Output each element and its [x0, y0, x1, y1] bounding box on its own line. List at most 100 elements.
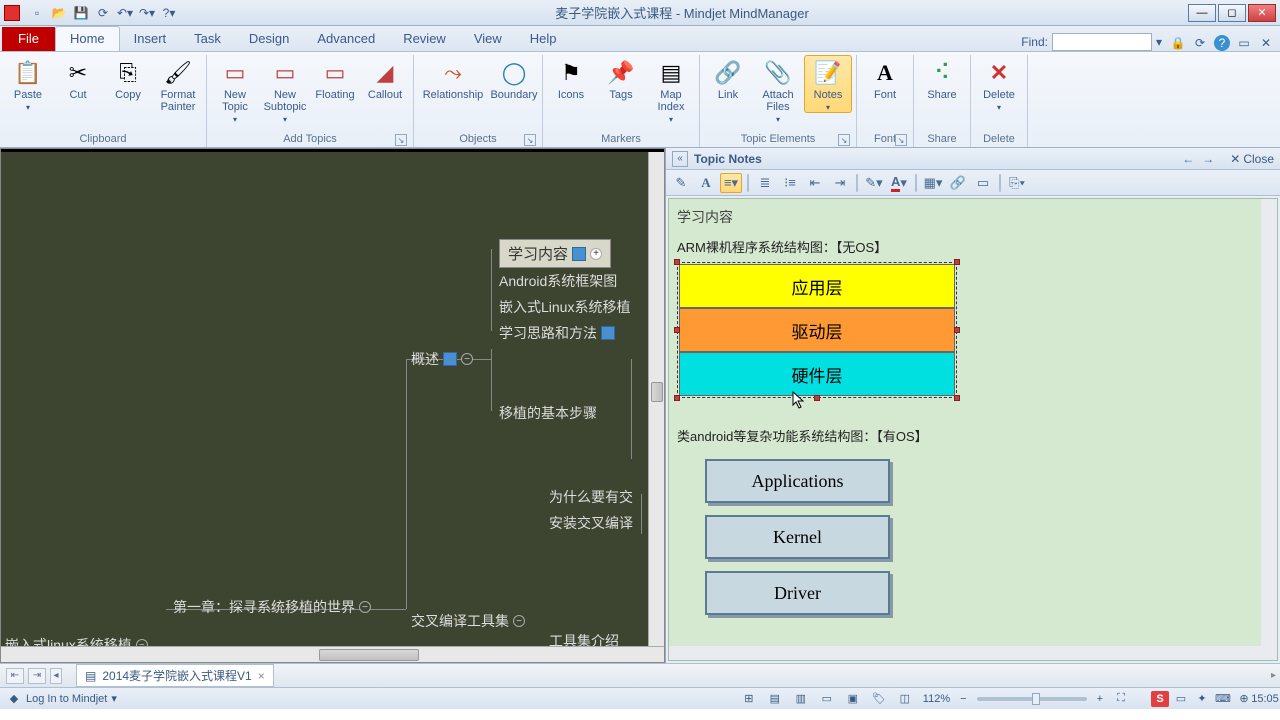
new-doc-icon[interactable]: ▫	[28, 4, 46, 22]
zoom-value[interactable]: 112%	[923, 693, 950, 705]
view-split-icon[interactable]: ◫	[897, 692, 913, 706]
callout-button[interactable]: ◢Callout	[361, 55, 409, 104]
view-outline-icon[interactable]: ▤	[767, 692, 783, 706]
tab-close-icon[interactable]: ×	[258, 669, 265, 683]
view-gantt-icon[interactable]: ▥	[793, 692, 809, 706]
tab-design[interactable]: Design	[235, 27, 303, 51]
fit-icon[interactable]: ⛶	[1113, 692, 1129, 706]
canvas-hscrollbar[interactable]	[1, 646, 664, 662]
topic-install[interactable]: 安装交叉编译	[549, 513, 633, 533]
topic-steps[interactable]: 移植的基本步骤	[499, 403, 597, 423]
copy-button[interactable]: ⎘Copy	[104, 55, 152, 104]
view-map-icon[interactable]: ⊞	[741, 692, 757, 706]
topic-toolchain[interactable]: 交叉编译工具集−	[411, 611, 525, 631]
tab-review[interactable]: Review	[389, 27, 460, 51]
attach-button[interactable]: 📎Attach Files▾	[754, 55, 802, 125]
zoom-slider[interactable]	[977, 697, 1087, 701]
paste-button[interactable]: 📋Paste▾	[4, 55, 52, 113]
hyperlink-icon[interactable]: 🔗	[947, 173, 969, 193]
document-tab[interactable]: ▤ 2014麦子学院嵌入式课程V1 ×	[76, 664, 274, 687]
save-icon[interactable]: 💾	[72, 4, 90, 22]
maximize-button[interactable]: ◻	[1218, 4, 1246, 22]
topic-ch1[interactable]: 第一章：探寻系统移植的世界−	[173, 597, 371, 617]
expand-icon[interactable]: +	[590, 248, 602, 260]
layer-diagram-selected[interactable]: 应用层 驱动层 硬件层	[677, 262, 957, 398]
indent-icon[interactable]: ⇥	[829, 173, 851, 193]
ribbon-close-icon[interactable]: ✕	[1258, 35, 1274, 51]
ribbon-minimize-icon[interactable]: ▭	[1236, 35, 1252, 51]
font-color-icon[interactable]: A▾	[888, 173, 910, 193]
relationship-button[interactable]: ⤳Relationship	[418, 55, 488, 104]
outdent-icon[interactable]: ⇤	[804, 173, 826, 193]
open-icon[interactable]: 📂	[50, 4, 68, 22]
help-icon[interactable]: ?▾	[160, 4, 178, 22]
tray-input-icon[interactable]: ▭	[1172, 691, 1190, 707]
notes-vscrollbar[interactable]	[1261, 199, 1277, 660]
nav-fwd-icon[interactable]: →	[1199, 151, 1217, 167]
table-icon[interactable]: ▦▾	[922, 173, 944, 193]
zoom-out-icon[interactable]: −	[960, 693, 966, 705]
new-topic-button[interactable]: ▭New Topic▾	[211, 55, 259, 125]
dialog-launcher-icon[interactable]: ↘	[895, 134, 907, 146]
zoom-in-icon[interactable]: +	[1097, 693, 1103, 705]
topic-linux-port[interactable]: 嵌入式Linux系统移植	[499, 297, 630, 317]
dialog-launcher-icon[interactable]: ↘	[524, 134, 536, 146]
font-button[interactable]: AFont	[861, 55, 909, 104]
tab-insert[interactable]: Insert	[120, 27, 181, 51]
nav-back-icon[interactable]: ←	[1179, 151, 1197, 167]
tray-ime-icon[interactable]: S	[1151, 691, 1169, 707]
tray-keyboard-icon[interactable]: ⌨	[1214, 691, 1232, 707]
format-painter-button[interactable]: 🖌Format Painter	[154, 55, 202, 116]
tab-advanced[interactable]: Advanced	[303, 27, 389, 51]
image-icon[interactable]: ▭	[972, 173, 994, 193]
help2-icon[interactable]: ?	[1214, 35, 1230, 51]
tab-nav-last-icon[interactable]: ⇥	[28, 668, 46, 684]
topic-study[interactable]: 学习内容+	[499, 239, 611, 268]
canvas-vscrollbar[interactable]	[648, 152, 664, 646]
view-slide-icon[interactable]: ▭	[819, 692, 835, 706]
view-linked-icon[interactable]: ▣	[845, 692, 861, 706]
sync-icon[interactable]: ⟳	[94, 4, 112, 22]
refresh-icon[interactable]: ⟳	[1192, 35, 1208, 51]
collapse-icon[interactable]: −	[513, 615, 525, 627]
panel-collapse-icon[interactable]: «	[672, 151, 688, 167]
redo-icon[interactable]: ↷▾	[138, 4, 156, 22]
align-left-icon[interactable]: ≡▾	[720, 173, 742, 193]
tray-star-icon[interactable]: ✦	[1193, 691, 1211, 707]
close-button[interactable]: ✕	[1248, 4, 1276, 22]
tab-nav-next-icon[interactable]: ▸	[1271, 670, 1276, 681]
tab-view[interactable]: View	[460, 27, 516, 51]
cut-button[interactable]: ✂Cut	[54, 55, 102, 104]
list-num-icon[interactable]: ≣	[754, 173, 776, 193]
topic-android-fw[interactable]: Android系统框架图	[499, 271, 617, 291]
list-bullet-icon[interactable]: ⁝≡	[779, 173, 801, 193]
font-dialog-icon[interactable]: A	[695, 173, 717, 193]
new-subtopic-button[interactable]: ▭New Subtopic▾	[261, 55, 309, 125]
tab-help[interactable]: Help	[516, 27, 571, 51]
collapse-icon[interactable]: −	[359, 601, 371, 613]
collapse-icon[interactable]: −	[461, 353, 473, 365]
tags-button[interactable]: 📌Tags	[597, 55, 645, 104]
highlight-color-icon[interactable]: ✎▾	[863, 173, 885, 193]
notes-body[interactable]: 学习内容 ARM裸机程序系统结构图：【无OS】 应用层 驱动层 硬件层 类and…	[668, 198, 1278, 661]
lock-icon[interactable]: 🔒	[1170, 35, 1186, 51]
icons-button[interactable]: ⚑Icons	[547, 55, 595, 104]
file-tab[interactable]: File	[2, 27, 55, 51]
view-tag-icon[interactable]: 🏷	[871, 692, 887, 706]
mindmap-canvas[interactable]: 学习内容+ Android系统框架图 嵌入式Linux系统移植 学习思路和方法 …	[0, 148, 665, 663]
login-link[interactable]: Log In to Mindjet	[26, 693, 107, 705]
topic-method[interactable]: 学习思路和方法	[499, 323, 615, 343]
tab-task[interactable]: Task	[180, 27, 235, 51]
topic-why[interactable]: 为什么要有交	[549, 487, 633, 507]
share-button[interactable]: ⠪Share	[918, 55, 966, 104]
notes-button[interactable]: 📝Notes▾	[804, 55, 852, 113]
dialog-launcher-icon[interactable]: ↘	[395, 134, 407, 146]
delete-button[interactable]: ✕Delete▾	[975, 55, 1023, 113]
panel-close-button[interactable]: ✕ Close	[1230, 152, 1274, 166]
find-input[interactable]	[1052, 33, 1152, 51]
find-dropdown-icon[interactable]: ▾	[1156, 35, 1162, 49]
minimize-button[interactable]: —	[1188, 4, 1216, 22]
link-button[interactable]: 🔗Link	[704, 55, 752, 104]
notes-hscrollbar[interactable]	[669, 646, 1277, 660]
highlight-icon[interactable]: ✎	[670, 173, 692, 193]
